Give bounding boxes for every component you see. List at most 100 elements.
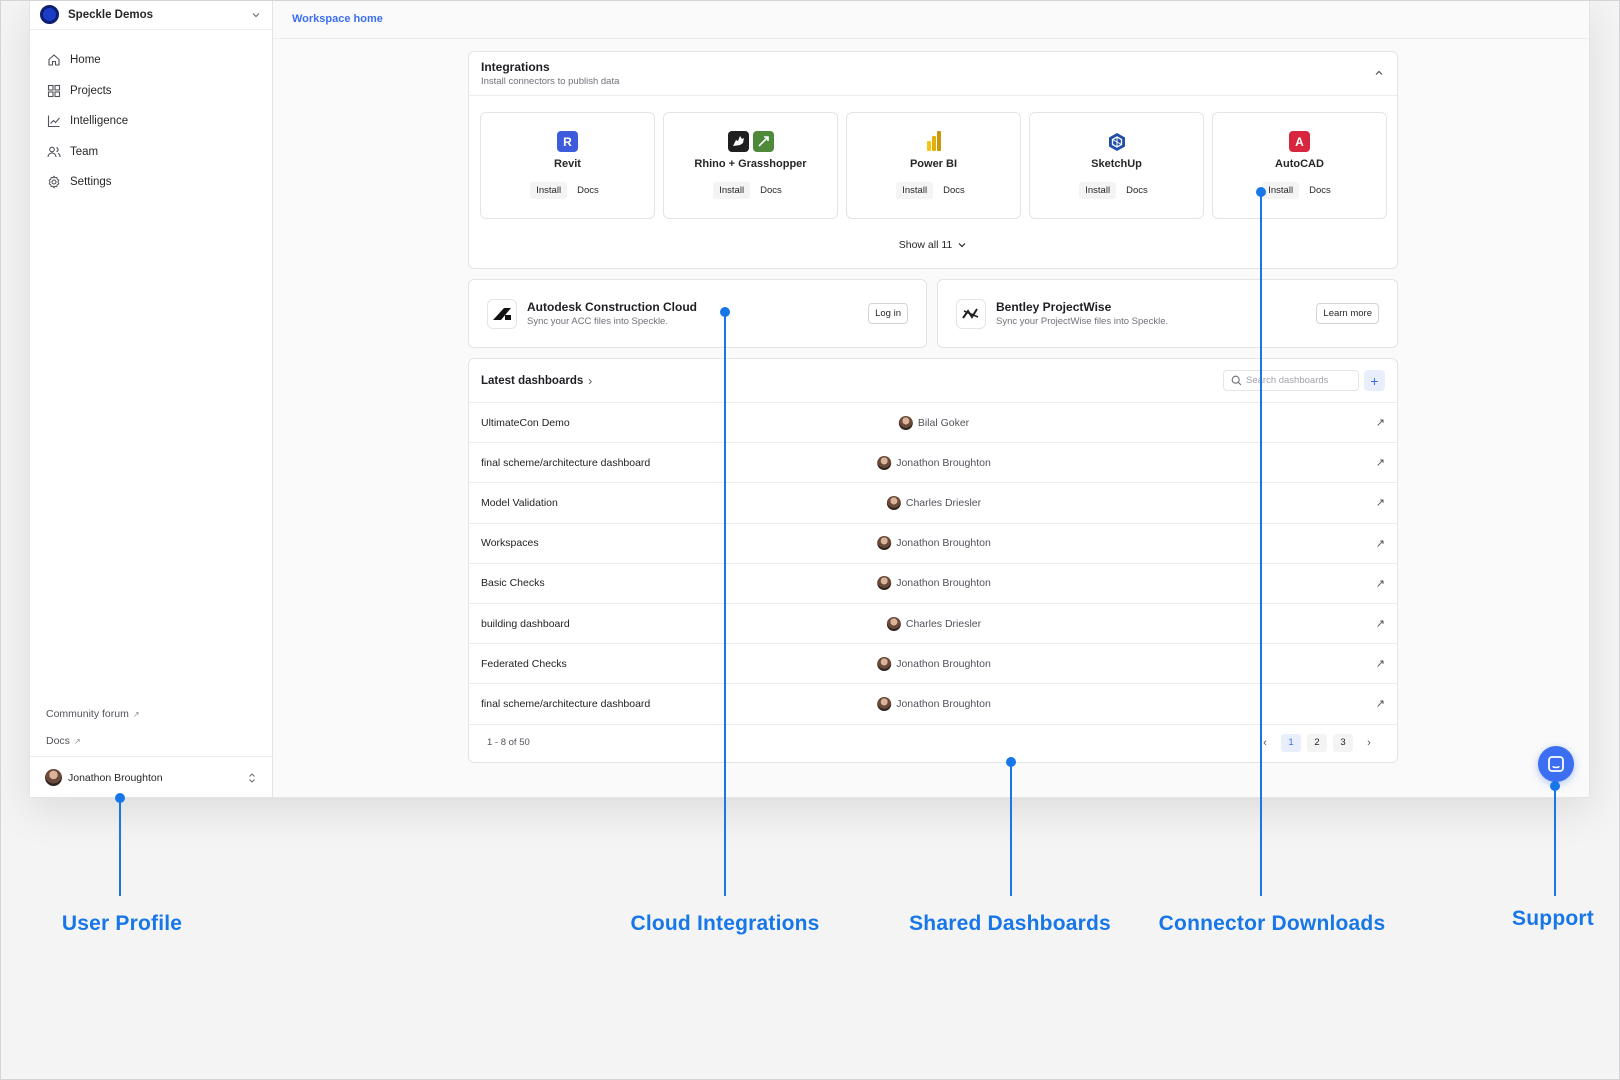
avatar — [45, 769, 62, 786]
chart-line-icon — [47, 115, 60, 128]
arrow-up-right-icon[interactable]: ↗ — [1376, 456, 1385, 469]
chevron-up-icon[interactable] — [1373, 67, 1385, 79]
dashboard-owner: Jonathon Broughton — [877, 455, 991, 470]
table-row[interactable]: Workspaces Jonathon Broughton ↗ — [469, 524, 1397, 564]
workspace-switcher[interactable]: Speckle Demos — [30, 0, 272, 30]
avatar — [877, 455, 892, 470]
community-forum-link[interactable]: Community forum ↗ — [46, 708, 140, 720]
table-row[interactable]: Basic Checks Jonathon Broughton ↗ — [469, 564, 1397, 604]
install-button[interactable]: Install — [1262, 182, 1300, 199]
page-button-3[interactable]: 3 — [1333, 733, 1353, 752]
sidebar-item-label: Intelligence — [70, 115, 129, 128]
arrow-up-right-icon[interactable]: ↗ — [1376, 697, 1385, 710]
connector-tile-power-bi: Power BI Install Docs — [846, 112, 1021, 219]
chevron-up-down-icon — [249, 772, 255, 783]
breadcrumb[interactable]: Workspace home — [292, 13, 383, 25]
install-button[interactable]: Install — [713, 182, 751, 199]
support-chat-button[interactable] — [1538, 746, 1574, 782]
home-icon — [48, 54, 60, 66]
search-box — [1223, 370, 1359, 391]
owner-name: Jonathon Broughton — [896, 577, 991, 590]
annotation-line — [724, 312, 726, 896]
docs-button[interactable]: Docs — [754, 182, 788, 199]
annotation-line — [1010, 762, 1012, 896]
autocad-icon: A — [1289, 131, 1310, 152]
connector-name: SketchUp — [1091, 158, 1142, 170]
install-button[interactable]: Install — [896, 182, 934, 199]
dashboard-name: Basic Checks — [481, 577, 545, 590]
dashboard-owner: Jonathon Broughton — [877, 696, 991, 711]
log-in-button[interactable]: Log in — [868, 303, 908, 324]
owner-name: Jonathon Broughton — [896, 537, 991, 550]
chevron-down-icon — [958, 243, 966, 248]
arrow-up-right-icon[interactable]: ↗ — [1376, 657, 1385, 670]
sidebar-item-projects[interactable]: Projects — [30, 76, 272, 107]
table-row[interactable]: UltimateCon Demo Bilal Goker ↗ — [469, 403, 1397, 444]
arrow-up-right-icon[interactable]: ↗ — [1376, 577, 1385, 590]
dashboards-panel: Latest dashboards › + UltimateCon Demo B… — [468, 358, 1398, 763]
arrow-up-right-icon[interactable]: ↗ — [1376, 416, 1385, 429]
connector-tile-sketchup: SketchUp Install Docs — [1029, 112, 1204, 219]
arrow-up-right-icon[interactable]: ↗ — [1376, 496, 1385, 509]
table-row[interactable]: final scheme/architecture dashboard Jona… — [469, 684, 1397, 725]
chevron-right-icon[interactable]: › — [588, 374, 592, 388]
cloud-subtitle: Sync your ACC files into Speckle. — [527, 316, 668, 327]
table-row[interactable]: Federated Checks Jonathon Broughton ↗ — [469, 644, 1397, 685]
annotation-line — [119, 798, 121, 896]
arrow-up-right-icon[interactable]: ↗ — [1376, 617, 1385, 630]
dashboard-name: building dashboard — [481, 617, 570, 630]
page-button-2[interactable]: 2 — [1307, 733, 1327, 752]
dashboard-owner: Charles Driesler — [886, 495, 982, 510]
connector-tiles: R Revit Install Docs Rhino + Grasshopper… — [480, 112, 1387, 219]
table-row[interactable]: building dashboard Charles Driesler ↗ — [469, 604, 1397, 645]
avatar — [898, 415, 913, 430]
chevron-right-icon[interactable]: › — [1359, 734, 1379, 752]
sidebar-nav: Home Projects Intelligence Team Settings — [30, 30, 272, 198]
dashboard-owner: Jonathon Broughton — [877, 576, 991, 591]
sidebar-item-settings[interactable]: Settings — [30, 167, 272, 198]
connector-name: AutoCAD — [1275, 158, 1324, 170]
avatar — [886, 616, 901, 631]
sidebar-item-home[interactable]: Home — [30, 45, 272, 76]
learn-more-button[interactable]: Learn more — [1316, 303, 1379, 324]
sidebar-item-intelligence[interactable]: Intelligence — [30, 106, 272, 137]
dashboards-title[interactable]: Latest dashboards — [481, 375, 583, 387]
annotation-shared-dashboards: Shared Dashboards — [909, 912, 1111, 935]
sidebar-item-label: Team — [70, 145, 99, 158]
grasshopper-icon — [752, 131, 774, 152]
user-name: Jonathon Broughton — [68, 771, 163, 784]
chat-icon — [1548, 756, 1564, 772]
docs-link[interactable]: Docs ↗ — [46, 735, 81, 747]
chevron-left-icon[interactable]: ‹ — [1255, 734, 1275, 752]
docs-button[interactable]: Docs — [571, 182, 605, 199]
sidebar-item-team[interactable]: Team — [30, 137, 272, 168]
table-row[interactable]: final scheme/architecture dashboard Jona… — [469, 443, 1397, 484]
projectwise-logo-icon — [956, 298, 986, 329]
app-window: Speckle Demos Home Projects Intelligence… — [29, 0, 1590, 798]
install-button[interactable]: Install — [1079, 182, 1117, 199]
owner-name: Jonathon Broughton — [896, 657, 991, 670]
page-button-1[interactable]: 1 — [1281, 733, 1301, 752]
table-row[interactable]: Model Validation Charles Driesler ↗ — [469, 483, 1397, 524]
dashboard-owner: Jonathon Broughton — [877, 656, 991, 671]
add-dashboard-button[interactable]: + — [1364, 370, 1385, 391]
show-all-button[interactable]: Show all 11 — [469, 239, 1397, 251]
top-bar: Workspace home — [273, 0, 1589, 39]
docs-button[interactable]: Docs — [1303, 182, 1337, 199]
docs-button[interactable]: Docs — [937, 182, 971, 199]
search-icon — [1231, 375, 1242, 386]
cloud-name: Autodesk Construction Cloud — [527, 300, 697, 314]
dashboard-owner: Jonathon Broughton — [877, 536, 991, 551]
dashboard-owner: Bilal Goker — [898, 415, 969, 430]
revit-icon: R — [557, 131, 578, 152]
dashboard-owner: Charles Driesler — [886, 616, 981, 631]
arrow-up-right-icon[interactable]: ↗ — [1376, 537, 1385, 550]
owner-name: Jonathon Broughton — [896, 697, 991, 710]
docs-button[interactable]: Docs — [1120, 182, 1154, 199]
owner-name: Charles Driesler — [905, 496, 982, 509]
owner-name: Jonathon Broughton — [896, 456, 991, 469]
install-button[interactable]: Install — [530, 182, 568, 199]
annotation-connector-downloads: Connector Downloads — [1158, 912, 1386, 935]
annotation-user-profile: User Profile — [61, 912, 183, 935]
user-profile-menu[interactable]: Jonathon Broughton — [30, 756, 273, 797]
